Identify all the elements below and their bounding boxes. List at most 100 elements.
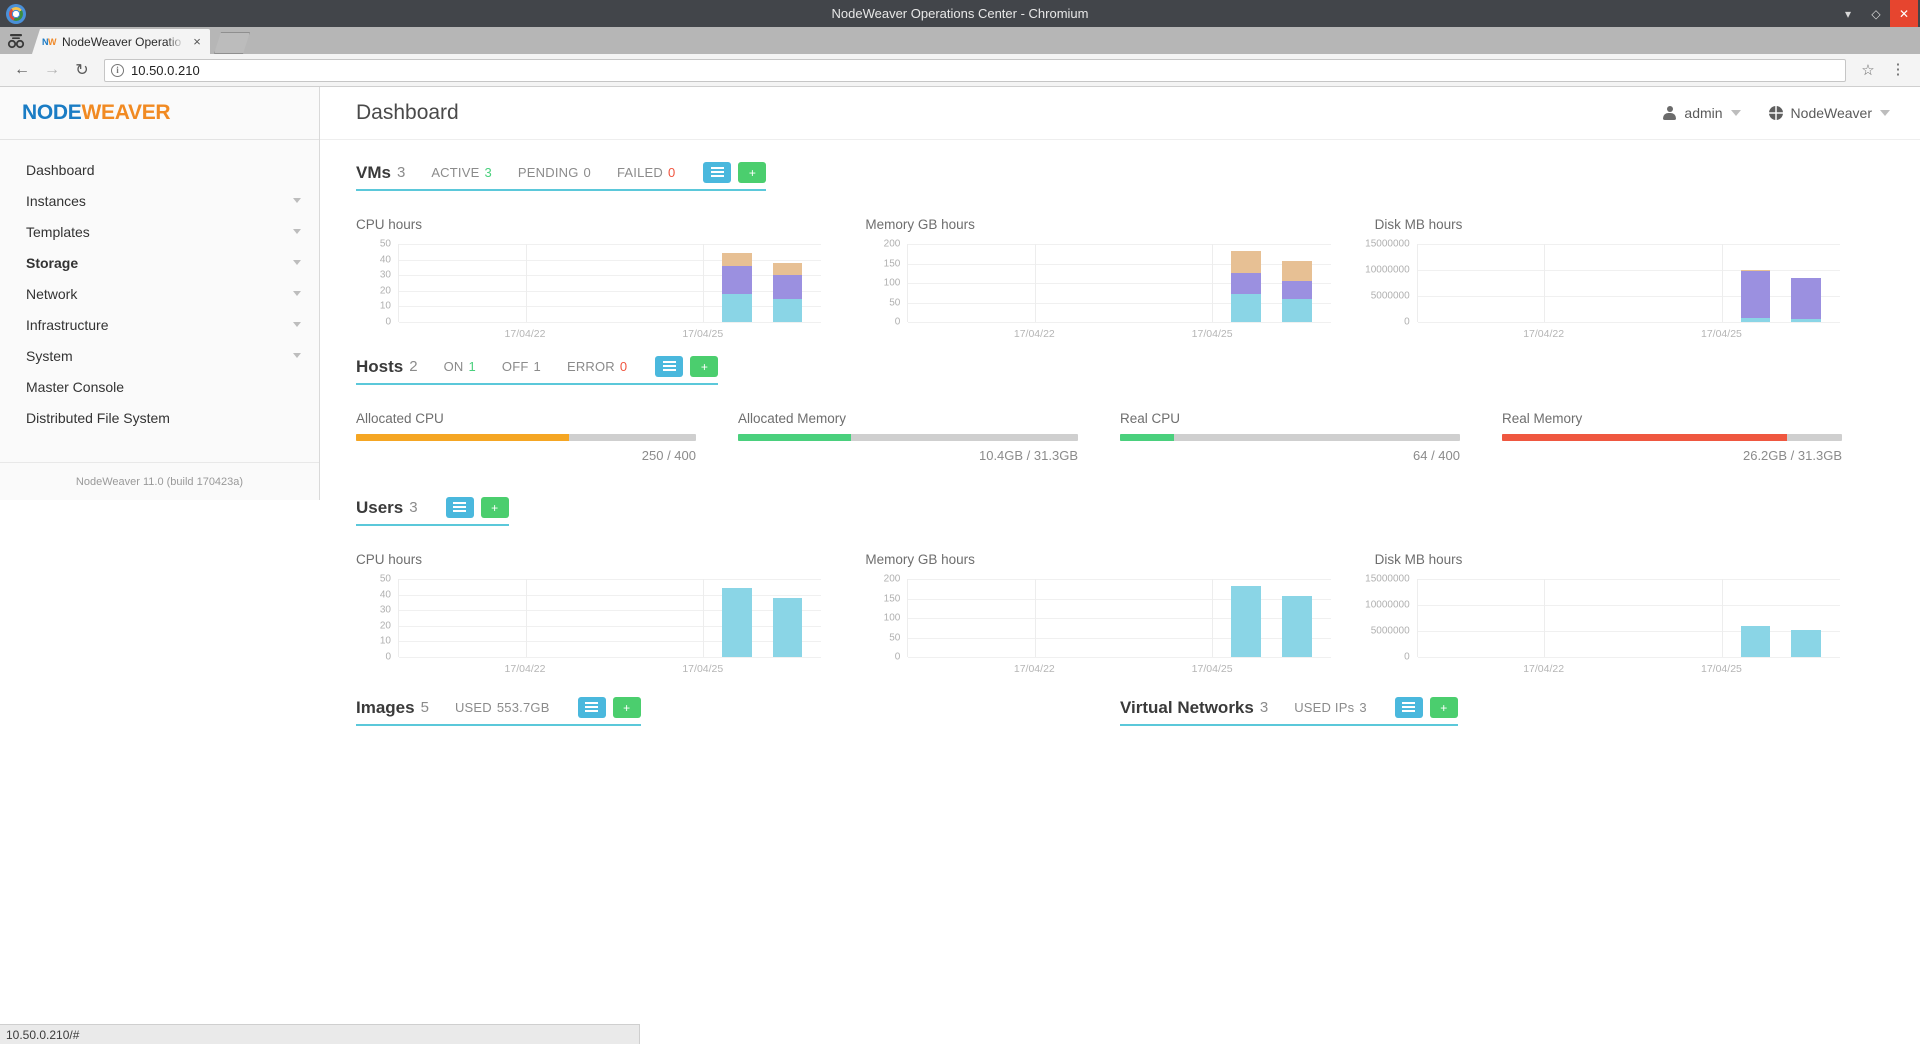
back-icon[interactable]: ← <box>8 56 36 84</box>
gridline <box>908 579 1330 580</box>
y-tick-label: 10000000 <box>1365 600 1410 611</box>
y-tick-label: 20 <box>380 285 391 296</box>
chart-bar <box>1282 261 1312 322</box>
x-tick-label: 17/04/22 <box>505 663 546 675</box>
sidebar-item-distributed-file-system[interactable]: Distributed File System <box>0 402 319 433</box>
chart-bar <box>1282 596 1312 657</box>
tab-close-icon[interactable]: × <box>190 34 204 49</box>
sidebar-item-master-console[interactable]: Master Console <box>0 371 319 402</box>
zone-menu-label: NodeWeaver <box>1791 105 1872 121</box>
chart-bar-segment <box>773 275 803 298</box>
maximize-icon[interactable]: ◇ <box>1862 0 1890 27</box>
list-icon <box>453 502 466 513</box>
logo-text-weaver: WEAVER <box>81 101 170 124</box>
vms-list-button[interactable] <box>703 162 731 183</box>
hosts-list-button[interactable] <box>655 356 683 377</box>
virtual-networks-stat-value: 3 <box>1359 700 1366 715</box>
x-tick-label: 17/04/25 <box>682 328 723 340</box>
gridline <box>399 626 821 627</box>
chart-x-axis: 17/04/2217/04/25 <box>907 657 1330 675</box>
images-section: Images 5 USED553.7GB + <box>356 697 1120 726</box>
sidebar-item-label: Instances <box>26 193 293 209</box>
chart-x-axis: 17/04/2217/04/25 <box>907 322 1330 340</box>
images-list-button[interactable] <box>578 697 606 718</box>
page-info-icon[interactable]: i <box>111 64 124 77</box>
sidebar-item-network[interactable]: Network <box>0 278 319 309</box>
vms-cpu-hours-chart: 0102030405017/04/2217/04/25 <box>356 244 821 322</box>
images-add-button[interactable]: + <box>613 697 641 718</box>
virtual-networks-list-button[interactable] <box>1395 697 1423 718</box>
sidebar-item-label: Distributed File System <box>26 410 301 426</box>
chart-plot-area <box>1417 579 1840 657</box>
vms-stat-active-value: 3 <box>484 165 491 180</box>
list-icon <box>711 167 724 178</box>
chart-cell: Memory GB hours 05010015020017/04/2217/0… <box>865 552 1374 657</box>
hosts-stat-off-value: 1 <box>534 359 541 374</box>
gauge-value: 64 / 400 <box>1120 448 1460 463</box>
user-menu[interactable]: admin <box>1663 105 1740 121</box>
users-memory-gb-hours-chart: 05010015020017/04/2217/04/25 <box>865 579 1330 657</box>
sidebar-item-system[interactable]: System <box>0 340 319 371</box>
x-tick-label: 17/04/25 <box>1701 328 1742 340</box>
hosts-add-button[interactable]: + <box>690 356 718 377</box>
chromium-logo-icon <box>6 4 26 24</box>
zone-menu[interactable]: NodeWeaver <box>1769 105 1890 121</box>
browser-menu-icon[interactable]: ⋮ <box>1884 56 1912 84</box>
y-tick-label: 0 <box>1404 652 1410 663</box>
virtual-networks-add-button[interactable]: + <box>1430 697 1458 718</box>
gridline <box>1418 244 1840 245</box>
gauge-label: Allocated Memory <box>738 411 1078 426</box>
page-body: NODEWEAVER Dashboard Instances Templates… <box>0 87 1920 1043</box>
sidebar-item-label: Storage <box>26 255 293 271</box>
x-tick-label: 17/04/25 <box>1192 328 1233 340</box>
chart-bar-segment <box>1791 630 1821 657</box>
address-bar[interactable]: i 10.50.0.210 <box>104 59 1846 82</box>
y-tick-label: 20 <box>380 620 391 631</box>
users-list-button[interactable] <box>446 497 474 518</box>
sidebar-item-storage[interactable]: Storage <box>0 247 319 278</box>
gauge-fill <box>1120 434 1174 441</box>
sidebar-item-label: System <box>26 348 293 364</box>
virtual-networks-section-header: Virtual Networks 3 USED IPs3 + <box>1120 697 1458 726</box>
gridline <box>399 595 821 596</box>
vms-add-button[interactable]: + <box>738 162 766 183</box>
chevron-down-icon <box>293 229 301 234</box>
gridline <box>526 244 527 322</box>
users-section: Users 3 + CPU hours 0102030405017/04/221… <box>356 497 1884 657</box>
chevron-down-icon <box>293 291 301 296</box>
chart-bar-segment <box>722 266 752 294</box>
sidebar-item-dashboard[interactable]: Dashboard <box>0 154 319 185</box>
sidebar-item-templates[interactable]: Templates <box>0 216 319 247</box>
x-tick-label: 17/04/25 <box>1701 663 1742 675</box>
users-add-button[interactable]: + <box>481 497 509 518</box>
plus-icon: + <box>749 167 756 179</box>
forward-icon[interactable]: → <box>38 56 66 84</box>
globe-icon <box>1769 106 1783 120</box>
bottom-sections: Images 5 USED553.7GB + Virtual Networks <box>356 697 1884 726</box>
close-icon[interactable]: ✕ <box>1890 0 1918 27</box>
chart-title: CPU hours <box>356 217 821 232</box>
chart-title: Disk MB hours <box>1375 217 1840 232</box>
brand-logo[interactable]: NODEWEAVER <box>0 87 319 140</box>
browser-tab[interactable]: NW NodeWeaver Operatio × <box>32 29 210 54</box>
chart-bar-segment <box>1231 273 1261 294</box>
gauge-track <box>738 434 1078 441</box>
plus-icon: + <box>623 702 630 714</box>
gauge-fill <box>738 434 851 441</box>
gauge-real-memory: Real Memory 26.2GB / 31.3GB <box>1502 411 1884 463</box>
chart-bar <box>1741 270 1771 322</box>
chart-cell: Memory GB hours 05010015020017/04/2217/0… <box>865 217 1374 322</box>
toolbar-right: ☆ ⋮ <box>1854 56 1912 84</box>
gridline <box>908 244 1330 245</box>
sidebar-item-infrastructure[interactable]: Infrastructure <box>0 309 319 340</box>
tab-search-icon[interactable] <box>0 27 32 54</box>
bookmark-star-icon[interactable]: ☆ <box>1854 56 1882 84</box>
sidebar-item-instances[interactable]: Instances <box>0 185 319 216</box>
new-tab-button[interactable] <box>214 32 250 54</box>
gridline <box>399 291 821 292</box>
sidebar-item-label: Network <box>26 286 293 302</box>
minimize-icon[interactable]: ▾ <box>1834 0 1862 27</box>
chart-x-axis: 17/04/2217/04/25 <box>398 322 821 340</box>
reload-icon[interactable]: ↻ <box>68 56 96 84</box>
hosts-stat-error-label: ERROR <box>567 359 615 374</box>
